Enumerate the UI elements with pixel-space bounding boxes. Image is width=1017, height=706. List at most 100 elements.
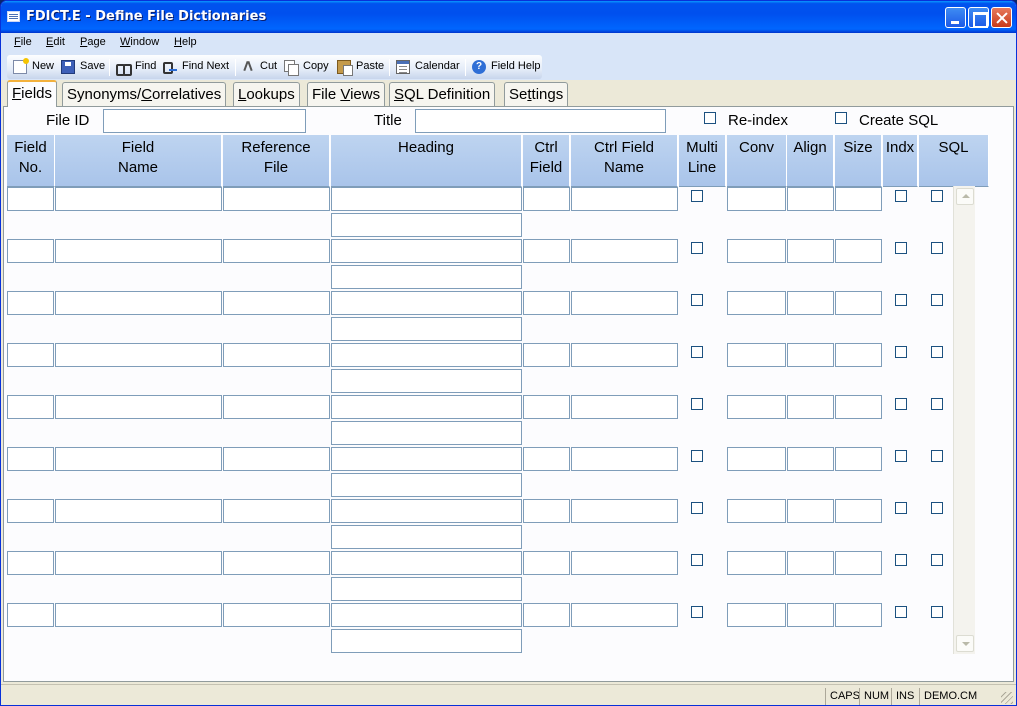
sql-checkbox[interactable] xyxy=(931,190,943,202)
heading-line2-cell[interactable] xyxy=(331,369,522,393)
conv-cell[interactable] xyxy=(727,343,786,367)
conv-cell[interactable] xyxy=(727,187,786,211)
reference-file-cell[interactable] xyxy=(223,447,330,471)
conv-cell[interactable] xyxy=(727,395,786,419)
indx-checkbox[interactable] xyxy=(895,606,907,618)
size-cell[interactable] xyxy=(835,447,882,471)
grid-scrollbar[interactable] xyxy=(953,186,975,654)
ctrl-field-name-cell[interactable] xyxy=(571,603,678,627)
indx-checkbox[interactable] xyxy=(895,554,907,566)
field-no-cell[interactable] xyxy=(7,395,54,419)
ctrl-field-cell[interactable] xyxy=(523,343,570,367)
minimize-button[interactable] xyxy=(945,7,966,28)
indx-checkbox[interactable] xyxy=(895,398,907,410)
sql-checkbox[interactable] xyxy=(931,398,943,410)
field-name-cell[interactable] xyxy=(55,343,222,367)
scroll-down-button[interactable] xyxy=(956,635,974,652)
close-button[interactable] xyxy=(991,7,1012,28)
menu-file[interactable]: File xyxy=(14,36,32,48)
align-cell[interactable] xyxy=(787,499,834,523)
multi-line-checkbox[interactable] xyxy=(691,502,703,514)
size-cell[interactable] xyxy=(835,499,882,523)
heading-cell[interactable] xyxy=(331,447,522,471)
ctrl-field-name-cell[interactable] xyxy=(571,343,678,367)
multi-line-checkbox[interactable] xyxy=(691,554,703,566)
tab-sql-definition[interactable]: SQL Definition xyxy=(389,82,496,106)
field-name-cell[interactable] xyxy=(55,395,222,419)
conv-cell[interactable] xyxy=(727,447,786,471)
reference-file-cell[interactable] xyxy=(223,239,330,263)
size-cell[interactable] xyxy=(835,343,882,367)
field-no-cell[interactable] xyxy=(7,187,54,211)
tab-file-views[interactable]: File Views xyxy=(307,82,386,106)
ctrl-field-cell[interactable] xyxy=(523,551,570,575)
tab-lookups[interactable]: Lookups xyxy=(233,82,300,106)
file-id-input[interactable] xyxy=(103,109,306,133)
menu-window[interactable]: Window xyxy=(120,36,159,48)
multi-line-checkbox[interactable] xyxy=(691,190,703,202)
ctrl-field-cell[interactable] xyxy=(523,291,570,315)
menu-help[interactable]: Help xyxy=(174,36,197,48)
ctrl-field-name-cell[interactable] xyxy=(571,291,678,315)
size-cell[interactable] xyxy=(835,603,882,627)
reference-file-cell[interactable] xyxy=(223,603,330,627)
multi-line-checkbox[interactable] xyxy=(691,346,703,358)
sql-checkbox[interactable] xyxy=(931,554,943,566)
field-name-cell[interactable] xyxy=(55,551,222,575)
align-cell[interactable] xyxy=(787,447,834,471)
indx-checkbox[interactable] xyxy=(895,450,907,462)
indx-checkbox[interactable] xyxy=(895,242,907,254)
field-name-cell[interactable] xyxy=(55,499,222,523)
ctrl-field-cell[interactable] xyxy=(523,187,570,211)
ctrl-field-name-cell[interactable] xyxy=(571,187,678,211)
ctrl-field-cell[interactable] xyxy=(523,395,570,419)
heading-line2-cell[interactable] xyxy=(331,265,522,289)
ctrl-field-name-cell[interactable] xyxy=(571,239,678,263)
field-no-cell[interactable] xyxy=(7,291,54,315)
heading-line2-cell[interactable] xyxy=(331,421,522,445)
heading-line2-cell[interactable] xyxy=(331,473,522,497)
sql-checkbox[interactable] xyxy=(931,502,943,514)
conv-cell[interactable] xyxy=(727,291,786,315)
align-cell[interactable] xyxy=(787,395,834,419)
heading-line2-cell[interactable] xyxy=(331,213,522,237)
field-no-cell[interactable] xyxy=(7,603,54,627)
multi-line-checkbox[interactable] xyxy=(691,242,703,254)
heading-cell[interactable] xyxy=(331,343,522,367)
multi-line-checkbox[interactable] xyxy=(691,450,703,462)
field-no-cell[interactable] xyxy=(7,239,54,263)
field-name-cell[interactable] xyxy=(55,447,222,471)
multi-line-checkbox[interactable] xyxy=(691,606,703,618)
sql-checkbox[interactable] xyxy=(931,450,943,462)
ctrl-field-cell[interactable] xyxy=(523,499,570,523)
ctrl-field-cell[interactable] xyxy=(523,239,570,263)
reference-file-cell[interactable] xyxy=(223,343,330,367)
resize-grip[interactable] xyxy=(1001,692,1013,704)
tab-fields[interactable]: Fields xyxy=(7,80,58,107)
ctrl-field-cell[interactable] xyxy=(523,447,570,471)
size-cell[interactable] xyxy=(835,551,882,575)
ctrl-field-name-cell[interactable] xyxy=(571,551,678,575)
ctrl-field-cell[interactable] xyxy=(523,603,570,627)
conv-cell[interactable] xyxy=(727,239,786,263)
align-cell[interactable] xyxy=(787,343,834,367)
size-cell[interactable] xyxy=(835,395,882,419)
heading-cell[interactable] xyxy=(331,291,522,315)
heading-line2-cell[interactable] xyxy=(331,317,522,341)
ctrl-field-name-cell[interactable] xyxy=(571,447,678,471)
sql-checkbox[interactable] xyxy=(931,294,943,306)
reference-file-cell[interactable] xyxy=(223,291,330,315)
field-no-cell[interactable] xyxy=(7,499,54,523)
menu-page[interactable]: Page xyxy=(80,36,106,48)
field-name-cell[interactable] xyxy=(55,187,222,211)
align-cell[interactable] xyxy=(787,603,834,627)
title-bar[interactable]: FDICT.E - Define File Dictionaries xyxy=(1,1,1016,33)
reindex-checkbox[interactable] xyxy=(704,112,716,124)
heading-line2-cell[interactable] xyxy=(331,525,522,549)
scroll-up-button[interactable] xyxy=(956,188,974,205)
tab-synonyms-correlatives[interactable]: Synonyms/Correlatives xyxy=(62,82,227,106)
field-no-cell[interactable] xyxy=(7,343,54,367)
size-cell[interactable] xyxy=(835,239,882,263)
heading-cell[interactable] xyxy=(331,551,522,575)
tab-settings[interactable]: Settings xyxy=(504,82,569,106)
